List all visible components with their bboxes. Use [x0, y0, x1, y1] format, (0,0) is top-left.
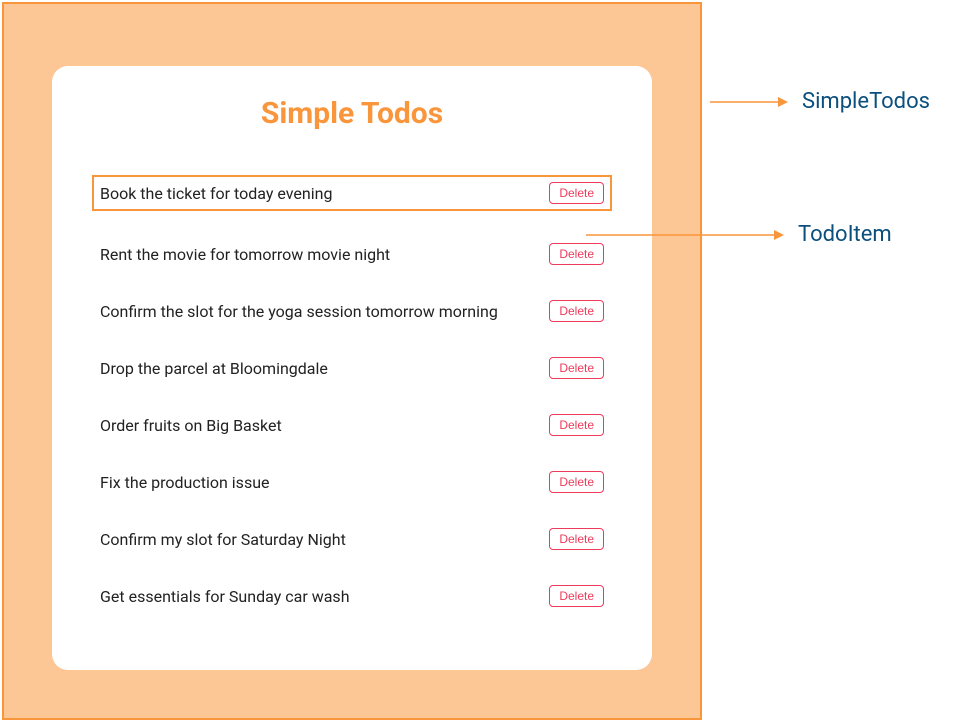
delete-button[interactable]: Delete	[549, 300, 604, 322]
todo-item: Confirm my slot for Saturday Night Delete	[100, 525, 604, 553]
annotation-label: SimpleTodos	[802, 89, 930, 114]
delete-button[interactable]: Delete	[549, 585, 604, 607]
annotation-simpletodos: SimpleTodos	[710, 89, 930, 114]
todo-text: Book the ticket for today evening	[100, 184, 332, 203]
todo-item: Rent the movie for tomorrow movie nightD…	[100, 240, 604, 268]
page-title: Simple Todos	[100, 96, 604, 131]
annotation-todoitem: TodoItem	[586, 222, 892, 247]
todo-item: Order fruits on Big Basket Delete	[100, 411, 604, 439]
todo-text: Order fruits on Big Basket	[100, 416, 282, 435]
todo-text: Rent the movie for tomorrow movie night	[100, 245, 390, 264]
todo-text: Drop the parcel at Bloomingdale	[100, 359, 328, 378]
todo-text: Confirm the slot for the yoga session to…	[100, 302, 498, 321]
todo-item: Confirm the slot for the yoga session to…	[100, 297, 604, 325]
delete-button[interactable]: Delete	[549, 528, 604, 550]
delete-button[interactable]: Delete	[549, 182, 604, 204]
delete-button[interactable]: Delete	[549, 471, 604, 493]
todos-card: Simple Todos Book the ticket for today e…	[52, 66, 652, 670]
todo-text: Get essentials for Sunday car wash	[100, 587, 350, 606]
delete-button[interactable]: Delete	[549, 414, 604, 436]
todo-item: Get essentials for Sunday car wash Delete	[100, 582, 604, 610]
todo-text: Confirm my slot for Saturday Night	[100, 530, 346, 549]
annotation-label: TodoItem	[798, 222, 892, 247]
todo-item: Book the ticket for today evening Delete	[92, 175, 612, 211]
app-outer-frame: Simple Todos Book the ticket for today e…	[2, 2, 702, 720]
arrow-right-icon	[586, 228, 786, 242]
todo-item: Fix the production issue Delete	[100, 468, 604, 496]
todo-list: Book the ticket for today evening Delete R…	[100, 175, 604, 610]
arrow-right-icon	[710, 95, 790, 109]
delete-button[interactable]: Delete	[549, 357, 604, 379]
todo-text: Fix the production issue	[100, 473, 270, 492]
todo-item: Drop the parcel at Bloomingdale Delete	[100, 354, 604, 382]
